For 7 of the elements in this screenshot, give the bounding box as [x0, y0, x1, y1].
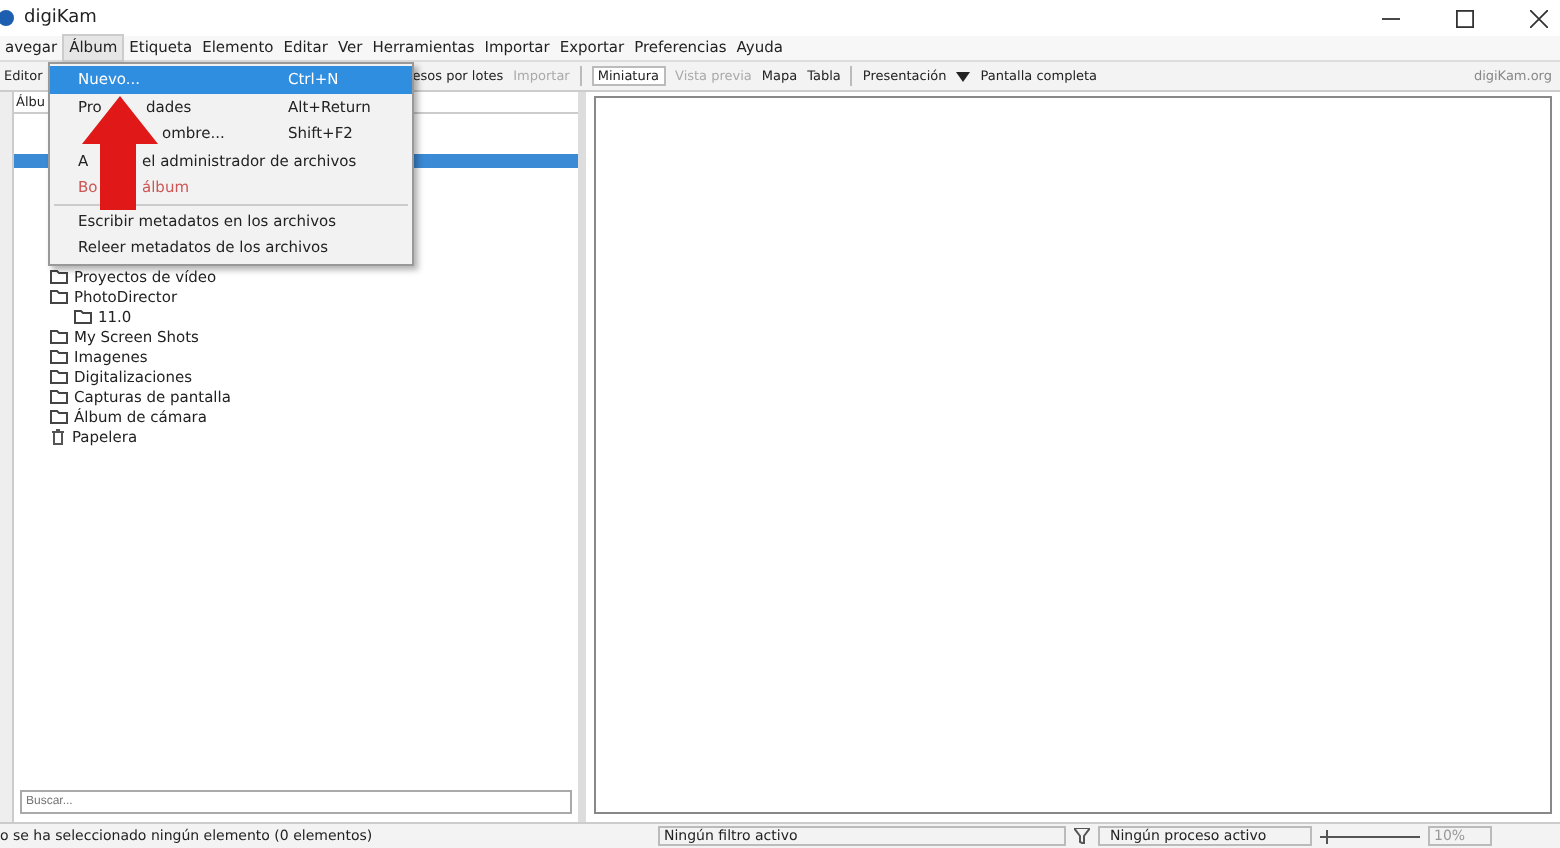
close-icon[interactable]	[1530, 9, 1548, 27]
trash-icon	[50, 427, 66, 445]
app-icon	[0, 8, 16, 28]
filter-icon[interactable]	[1074, 828, 1090, 844]
window-title: digiKam	[24, 8, 97, 28]
dropdown-icon[interactable]	[956, 71, 971, 81]
maximize-icon[interactable]	[1456, 9, 1474, 27]
